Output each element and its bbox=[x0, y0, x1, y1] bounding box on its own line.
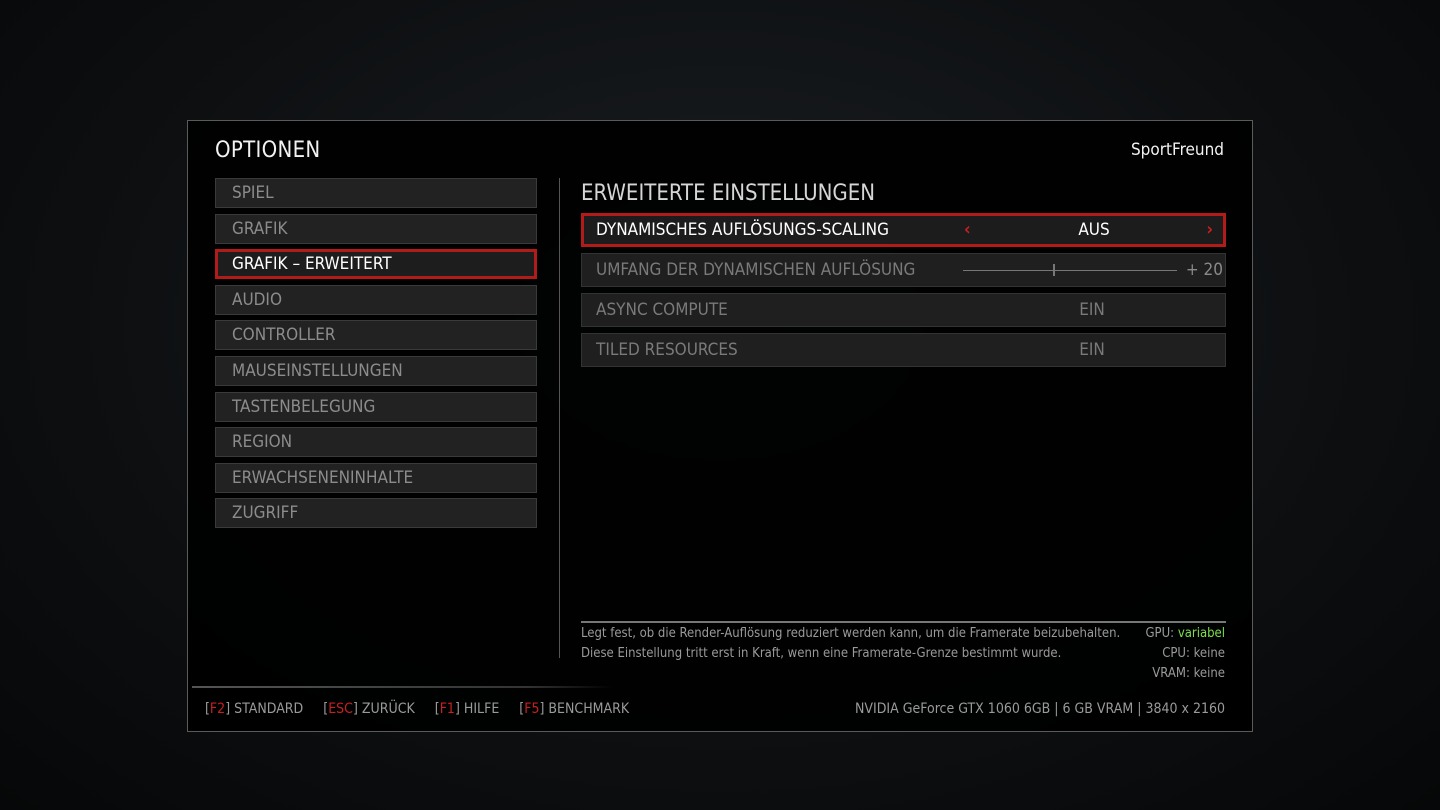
nav-item-region[interactable]: REGION bbox=[215, 427, 537, 458]
setting-label: ASYNC COMPUTE bbox=[596, 300, 728, 320]
divider bbox=[559, 178, 560, 658]
nav-item-grafik[interactable]: GRAFIK bbox=[215, 213, 537, 244]
setting-dynamic-resolution-range[interactable]: UMFANG DER DYNAMISCHEN AUFLÖSUNG + 20 bbox=[581, 253, 1226, 287]
nav-item-zugriff[interactable]: ZUGRIFF bbox=[215, 498, 537, 529]
footer-divider bbox=[192, 686, 612, 688]
vram-impact: VRAM: keine bbox=[1152, 666, 1225, 681]
info-divider bbox=[581, 621, 1226, 623]
footer-actions: [F2] STANDARD [ESC] ZURÜCK [F1] HILFE [F… bbox=[205, 701, 645, 717]
slider-handle[interactable] bbox=[1052, 264, 1055, 276]
nav-item-audio[interactable]: AUDIO bbox=[215, 284, 537, 315]
help-button[interactable]: [F1] HILFE bbox=[435, 701, 500, 717]
options-dialog: OPTIONEN SportFreund SPIEL GRAFIK GRAFIK… bbox=[187, 120, 1253, 732]
chevron-left-icon[interactable]: ‹ bbox=[964, 216, 971, 244]
nav-item-grafik-erweitert[interactable]: GRAFIK – ERWEITERT bbox=[215, 249, 537, 280]
range-slider[interactable] bbox=[963, 264, 1177, 276]
setting-label: UMFANG DER DYNAMISCHEN AUFLÖSUNG bbox=[596, 260, 916, 280]
nav-item-controller[interactable]: CONTROLLER bbox=[215, 320, 537, 351]
settings-list: DYNAMISCHES AUFLÖSUNGS-SCALING ‹ AUS › U… bbox=[581, 213, 1226, 373]
setting-label: TILED RESOURCES bbox=[596, 340, 738, 360]
username: SportFreund bbox=[1130, 140, 1224, 160]
section-title: ERWEITERTE EINSTELLUNGEN bbox=[581, 181, 876, 206]
gpu-label: GPU: bbox=[1145, 626, 1175, 641]
slider-value: + 20 bbox=[1185, 260, 1223, 280]
setting-async-compute[interactable]: ASYNC COMPUTE EIN bbox=[581, 293, 1226, 327]
setting-description: Legt fest, ob die Render-Auflösung reduz… bbox=[581, 624, 1121, 664]
nav-item-spiel[interactable]: SPIEL bbox=[215, 178, 537, 208]
standard-button[interactable]: [F2] STANDARD bbox=[205, 701, 303, 717]
setting-value: EIN bbox=[1079, 340, 1105, 360]
setting-value: AUS bbox=[1078, 220, 1110, 240]
options-nav: SPIEL GRAFIK GRAFIK – ERWEITERT AUDIO CO… bbox=[215, 178, 537, 534]
benchmark-button[interactable]: [F5] BENCHMARK bbox=[519, 701, 629, 717]
description-line: Legt fest, ob die Render-Auflösung reduz… bbox=[581, 626, 1121, 641]
description-line: Diese Einstellung tritt erst in Kraft, w… bbox=[581, 646, 1062, 661]
back-button[interactable]: [ESC] ZURÜCK bbox=[323, 701, 415, 717]
nav-item-tastenbelegung[interactable]: TASTENBELEGUNG bbox=[215, 391, 537, 422]
setting-dynamic-resolution-scaling[interactable]: DYNAMISCHES AUFLÖSUNGS-SCALING ‹ AUS › bbox=[581, 213, 1226, 247]
gpu-impact: variabel bbox=[1177, 626, 1225, 641]
setting-value: EIN bbox=[1079, 300, 1105, 320]
setting-label: DYNAMISCHES AUFLÖSUNGS-SCALING bbox=[596, 220, 889, 240]
page-title: OPTIONEN bbox=[215, 138, 321, 163]
nav-item-erwachseneninhalte[interactable]: ERWACHSENENINHALTE bbox=[215, 462, 537, 493]
chevron-right-icon[interactable]: › bbox=[1206, 216, 1213, 244]
performance-impact: GPU: variabel CPU: keine VRAM: keine bbox=[1145, 624, 1225, 684]
nav-item-mauseinstellungen[interactable]: MAUSEINSTELLUNGEN bbox=[215, 355, 537, 386]
gpu-info: NVIDIA GeForce GTX 1060 6GB | 6 GB VRAM … bbox=[854, 701, 1225, 717]
setting-tiled-resources[interactable]: TILED RESOURCES EIN bbox=[581, 333, 1226, 367]
cpu-impact: CPU: keine bbox=[1162, 646, 1225, 661]
